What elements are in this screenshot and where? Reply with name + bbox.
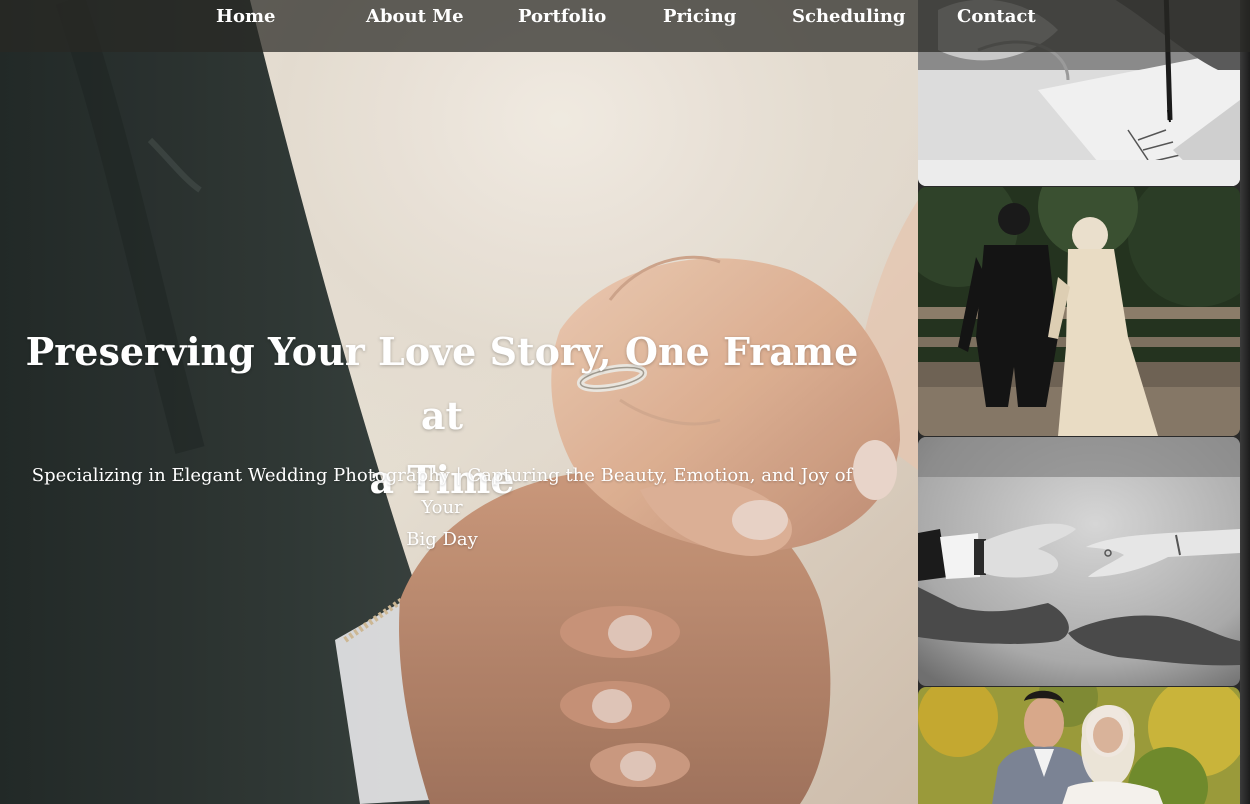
hero-subtitle-line-2: Big Day [406,529,478,550]
hero-title-line-1: Preserving Your Love Story, One Frame at [25,329,859,438]
photo-gallery [918,0,1250,804]
gallery-photo-reaching-hands[interactable] [918,437,1240,686]
gallery-photo-couple-walking[interactable] [918,187,1240,436]
page: Preserving Your Love Story, One Frame at… [0,0,1250,804]
nav-link-scheduling[interactable]: Scheduling [792,4,906,30]
main-navigation: Home About Me Portfolio Pricing Scheduli… [0,0,1250,52]
couple-portrait-photo-image [918,687,1240,804]
hero-subtitle: Specializing in Elegant Wedding Photogra… [10,460,874,556]
hero-subtitle-line-1: Specializing in Elegant Wedding Photogra… [31,465,853,518]
nav-link-home[interactable]: Home [216,4,276,30]
nav-link-about-me[interactable]: About Me [366,4,464,30]
hero-section: Preserving Your Love Story, One Frame at… [0,0,918,804]
couple-walking-photo-image [918,187,1240,436]
gallery-scroll-edge [1240,0,1250,804]
gallery-photo-couple-portrait[interactable] [918,687,1240,804]
nav-link-pricing[interactable]: Pricing [663,4,736,30]
nav-link-portfolio[interactable]: Portfolio [518,4,606,30]
nav-link-contact[interactable]: Contact [957,4,1036,30]
reaching-hands-photo-image [918,437,1240,686]
